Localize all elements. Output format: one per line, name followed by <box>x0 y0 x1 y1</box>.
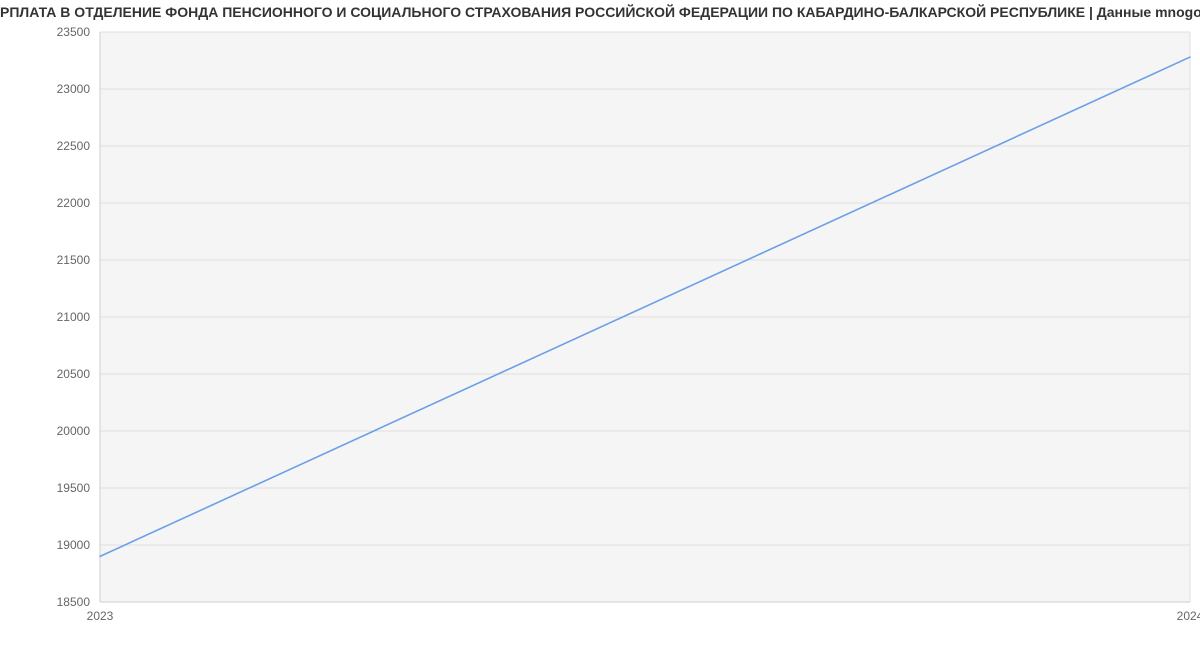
y-tick-label: 21500 <box>57 253 91 267</box>
chart-title: РПЛАТА В ОТДЕЛЕНИЕ ФОНДА ПЕНСИОННОГО И С… <box>0 4 1200 20</box>
x-tick-label: 2023 <box>87 609 114 623</box>
y-tick-label: 19000 <box>57 538 91 552</box>
y-tick-label: 22500 <box>57 139 91 153</box>
y-tick-label: 23000 <box>57 82 91 96</box>
chart-area: 18500 19000 19500 20000 20500 21000 21500 22000… <box>0 24 1200 634</box>
y-tick-label: 19500 <box>57 481 91 495</box>
y-tick-label: 18500 <box>57 595 91 609</box>
y-tick-label: 23500 <box>57 25 91 39</box>
y-tick-label: 22000 <box>57 196 91 210</box>
x-tick-label: 2024 <box>1177 609 1200 623</box>
y-tick-label: 20500 <box>57 367 91 381</box>
y-tick-label: 20000 <box>57 424 91 438</box>
y-tick-label: 21000 <box>57 310 91 324</box>
